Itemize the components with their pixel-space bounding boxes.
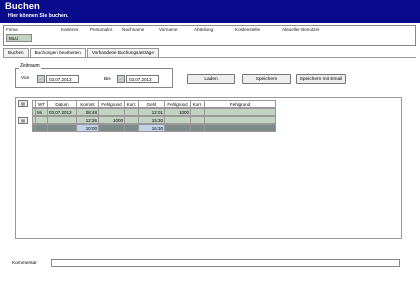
label-abteilung: Abteilung xyxy=(194,27,214,32)
table-summary-row: 10:00 16:30 xyxy=(32,124,276,132)
table-cell xyxy=(190,124,205,132)
von-date-picker-button[interactable]: ... xyxy=(37,75,45,83)
table-cell xyxy=(124,124,139,132)
col-header-fehlgrund-geht: Fehlgrund xyxy=(164,100,191,108)
table-cell[interactable] xyxy=(124,116,139,124)
table-cell[interactable] xyxy=(124,108,139,116)
table-cell: 10:00 xyxy=(76,124,99,132)
col-header-korr-kommt: Korr. xyxy=(124,100,139,108)
table-cell[interactable] xyxy=(98,108,125,116)
bis-date-picker-button[interactable]: ... xyxy=(117,75,125,83)
von-label: Von xyxy=(21,76,30,81)
label-nachname: Nachname xyxy=(122,27,145,32)
kommentar-input[interactable] xyxy=(51,259,400,267)
table-cell[interactable] xyxy=(204,108,276,116)
col-header-geht: Geht xyxy=(138,100,165,108)
table-cell[interactable]: 1000 xyxy=(164,108,191,116)
tab-buchen[interactable]: Buchen xyxy=(3,48,29,57)
page-subtitle: Hier können Sie buchen. xyxy=(8,13,69,19)
label-kartennr: Kartennr. xyxy=(61,27,80,32)
col-header-fehlgrund-kommt: Fehlgrund xyxy=(98,100,125,108)
label-vorname: Vorname xyxy=(159,27,178,32)
speichern-mit-email-button[interactable]: Speichern mit Email xyxy=(296,74,346,84)
grid-add-icon[interactable]: ▤ xyxy=(18,100,28,107)
table-cell[interactable]: 12:26 xyxy=(76,116,99,124)
col-header-kommt: Kommt xyxy=(76,100,99,108)
col-header-korr-geht: Korr. xyxy=(190,100,205,108)
label-aktueller-benutzer: Aktueller Benutzer xyxy=(282,27,320,32)
table-cell[interactable] xyxy=(47,116,77,124)
tab-buchungen-bearbeiten[interactable]: Buchungen bearbeiten xyxy=(29,48,86,57)
firma-field: MLU xyxy=(6,34,32,42)
table-cell[interactable] xyxy=(164,116,191,124)
tab-vorhandene-buchungsantraege[interactable]: Vorhandene Buchungsanträge xyxy=(86,48,159,57)
kommentar-label: Kommentar xyxy=(12,261,37,266)
table-row[interactable]: Mi 03.07.2013 08:48 12:01 1000 xyxy=(32,108,276,116)
table-cell[interactable]: 08:48 xyxy=(76,108,99,116)
von-date-input[interactable]: 03.07.2013 xyxy=(46,75,79,83)
table-cell xyxy=(98,124,125,132)
bis-label: Bis xyxy=(104,77,111,82)
table-cell xyxy=(164,124,191,132)
table-row[interactable]: 12:26 1000 15:30 xyxy=(32,116,276,124)
grid-delete-icon[interactable]: ▤ xyxy=(18,117,28,124)
label-personalnr: Personalnr. xyxy=(90,27,114,32)
table-cell[interactable]: 03.07.2013 xyxy=(47,108,77,116)
page-title: Buchen xyxy=(5,1,40,12)
table-cell[interactable] xyxy=(190,108,205,116)
table-cell xyxy=(204,124,276,132)
table-header-row: WT Datum Kommt Fehlgrund Korr. Geht Fehl… xyxy=(32,100,276,108)
table-cell[interactable]: 1000 xyxy=(98,116,125,124)
zeitraum-legend: Zeitraum xyxy=(19,63,41,69)
table-cell: 16:30 xyxy=(138,124,165,132)
table-cell[interactable] xyxy=(190,116,205,124)
table-cell[interactable]: 15:30 xyxy=(138,116,165,124)
bis-date-input[interactable]: 03.07.2013 xyxy=(126,75,159,83)
label-firma: Firma xyxy=(6,27,18,32)
tab-divider xyxy=(3,57,416,58)
table-cell[interactable]: 12:01 xyxy=(138,108,165,116)
laden-button[interactable]: Laden xyxy=(187,74,235,84)
employee-info-panel: Firma Kartennr. Personalnr. Nachname Vor… xyxy=(3,25,416,46)
app-header: Buchen Hier können Sie buchen. xyxy=(0,0,420,23)
col-header-fehlgrund: Fehlgrund xyxy=(204,100,276,108)
table-cell xyxy=(47,124,77,132)
label-kostenstelle: Kostenstelle xyxy=(235,27,261,32)
col-header-datum: Datum xyxy=(47,100,77,108)
tab-bar: Buchen Buchungen bearbeiten Vorhandene B… xyxy=(3,48,160,57)
table-cell[interactable] xyxy=(204,116,276,124)
speichern-button[interactable]: Speichern xyxy=(242,74,291,84)
